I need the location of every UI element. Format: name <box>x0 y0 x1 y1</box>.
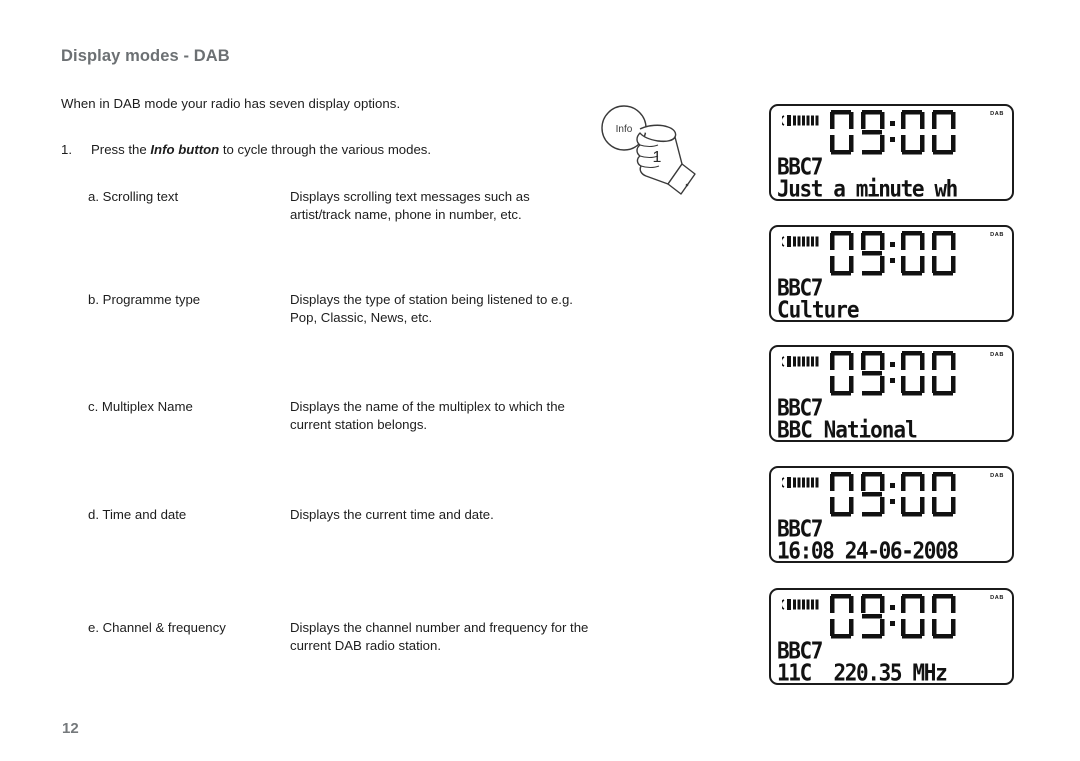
step-text-before: Press the <box>91 142 151 157</box>
page-title: Display modes - DAB <box>61 47 230 65</box>
callout-number: 1 <box>653 149 662 166</box>
hand-pressing-info-button-illustration: Info 1 <box>596 100 708 196</box>
lcd-top-row: DAB <box>771 106 1012 156</box>
lcd-info-line: BBC National <box>777 417 918 442</box>
info-button-label: Info <box>616 124 633 135</box>
option-label-a: a. Scrolling text <box>88 189 179 204</box>
lcd-top-row: DAB <box>771 468 1012 518</box>
dab-mode-indicator: DAB <box>990 352 1004 358</box>
seven-segment-clock <box>829 471 957 519</box>
step-number: 1. <box>61 142 72 157</box>
seven-segment-clock <box>829 109 957 157</box>
option-description-b: Displays the type of station being liste… <box>290 292 573 325</box>
lcd-info-line: Culture <box>777 297 860 322</box>
lcd-display-multiplex-name: DAB BBC7 BBC National <box>769 345 1014 442</box>
option-label-b: b. Programme type <box>88 292 201 307</box>
signal-strength-icon <box>780 235 828 248</box>
lcd-display-scrolling-text: DAB BBC7 Just a minute wh <box>769 104 1014 201</box>
step-text-after: to cycle through the various modes. <box>219 142 432 157</box>
option-description-d: Displays the current time and date. <box>290 507 494 522</box>
signal-strength-icon <box>780 114 828 127</box>
lcd-top-row: DAB <box>771 590 1012 640</box>
signal-strength-icon <box>780 476 828 489</box>
dab-mode-indicator: DAB <box>990 473 1004 479</box>
lcd-info-line: Just a minute wh <box>777 176 958 201</box>
lcd-info-line: 16:08 24-06-2008 <box>777 538 959 563</box>
dab-mode-indicator: DAB <box>990 595 1004 601</box>
signal-strength-icon <box>780 598 828 611</box>
seven-segment-clock <box>829 230 957 278</box>
info-button-emphasis: Info button <box>150 142 220 157</box>
lcd-info-line: 11C 220.35 MHz <box>777 660 948 685</box>
page-number: 12 <box>62 720 79 737</box>
signal-strength-icon <box>780 355 828 368</box>
step-1: 1. Press the Info button to cycle through… <box>61 142 431 157</box>
dab-mode-indicator: DAB <box>990 111 1004 117</box>
lcd-display-programme-type: DAB BBC7 Culture <box>769 225 1014 322</box>
option-description-a: Displays scrolling text messages such as… <box>290 189 530 222</box>
lcd-display-time-and-date: DAB BBC7 16:08 24-06-2008 <box>769 466 1014 563</box>
option-label-d: d. Time and date <box>88 507 187 522</box>
option-description-c: Displays the name of the multiplex to wh… <box>290 399 565 432</box>
intro-paragraph: When in DAB mode your radio has seven di… <box>61 96 401 111</box>
option-description-e: Displays the channel number and frequenc… <box>290 620 589 653</box>
seven-segment-clock <box>829 593 957 641</box>
lcd-top-row: DAB <box>771 227 1012 277</box>
dab-mode-indicator: DAB <box>990 232 1004 238</box>
lcd-display-channel-and-frequency: DAB BBC7 11C 220.35 MHz <box>769 588 1014 685</box>
option-label-e: e. Channel & frequency <box>88 620 226 635</box>
option-label-c: c. Multiplex Name <box>88 399 193 414</box>
lcd-top-row: DAB <box>771 347 1012 397</box>
seven-segment-clock <box>829 350 957 398</box>
